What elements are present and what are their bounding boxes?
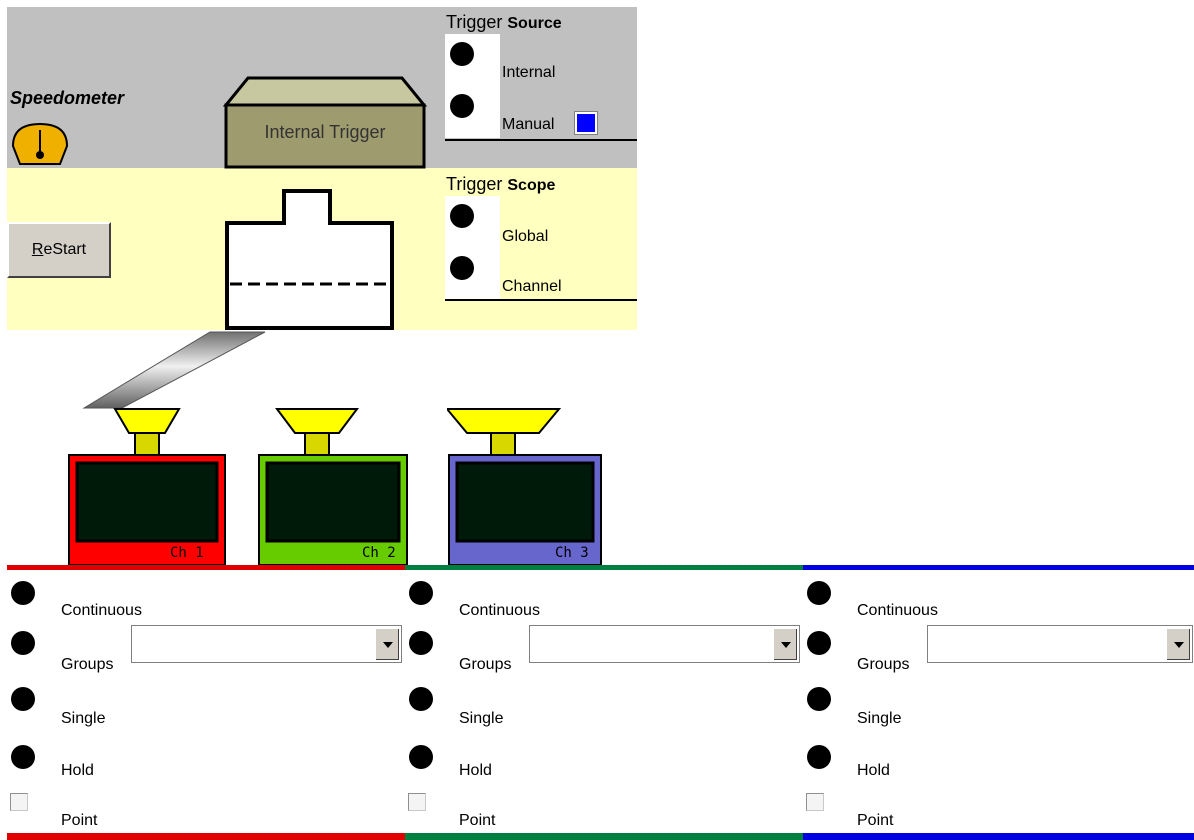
single-radio-icon[interactable] [807, 687, 831, 711]
continuous-label: Continuous [857, 602, 938, 619]
source-option-internal[interactable]: Internal [445, 34, 637, 86]
trigger-source-title-prefix: Trigger [446, 12, 503, 32]
radio-dot-icon[interactable] [450, 42, 474, 66]
hold-radio-icon[interactable] [807, 745, 831, 769]
point-label: Point [857, 812, 894, 829]
scope-option-channel[interactable]: Channel [445, 248, 637, 300]
chevron-down-icon[interactable] [773, 628, 797, 660]
channel-2-bottom-line [405, 833, 803, 840]
continuous-radio-icon[interactable] [807, 581, 831, 605]
radio-dot-icon[interactable] [450, 256, 474, 280]
source-option-manual[interactable]: Manual [445, 86, 637, 138]
groups-select[interactable] [529, 625, 800, 663]
channel-2-top-line [405, 565, 803, 570]
channel-3-display[interactable] [444, 405, 607, 567]
groups-select[interactable] [131, 625, 402, 663]
scope-global-label: Global [502, 228, 549, 245]
groups-label: Groups [857, 656, 910, 673]
trigger-scope-title: Trigger Scope [446, 174, 555, 195]
groups-select[interactable] [927, 625, 1193, 663]
source-internal-label: Internal [502, 64, 556, 81]
source-manual-label: Manual [502, 116, 555, 133]
channel-3-modes: Continuous Groups Single Hold Point [803, 574, 1194, 836]
internal-trigger-label: Internal Trigger [264, 122, 386, 142]
hold-label: Hold [857, 762, 890, 779]
groups-label: Groups [459, 656, 512, 673]
source-divider [445, 139, 637, 141]
point-label: Point [61, 812, 98, 829]
single-radio-icon[interactable] [11, 687, 35, 711]
single-label: Single [857, 710, 902, 727]
hold-radio-icon[interactable] [11, 745, 35, 769]
radio-dot-icon[interactable] [450, 94, 474, 118]
channel-2-display[interactable] [257, 405, 417, 567]
restart-button[interactable]: ReStart [7, 222, 111, 278]
trigger-scope-title-bold: Scope [507, 177, 556, 194]
hold-label: Hold [61, 762, 94, 779]
speedometer-icon[interactable] [10, 118, 70, 168]
channel-1-modes: Continuous Groups Single Hold Point [7, 574, 404, 836]
single-label: Single [459, 710, 504, 727]
channel-2-modes: Continuous Groups Single Hold Point [405, 574, 802, 836]
channel-2-label: Ch 2 [362, 545, 396, 561]
continuous-radio-icon[interactable] [409, 581, 433, 605]
point-label: Point [459, 812, 496, 829]
restart-label: eStart [43, 241, 87, 258]
trigger-source-title: Trigger Source [446, 12, 562, 33]
groups-label: Groups [61, 656, 114, 673]
scope-divider [445, 299, 637, 301]
continuous-radio-icon[interactable] [11, 581, 35, 605]
single-label: Single [61, 710, 106, 727]
manual-trigger-button[interactable] [575, 112, 597, 134]
restart-mnemonic: R [31, 241, 44, 258]
chevron-down-icon[interactable] [1166, 628, 1190, 660]
channel-3-top-line [803, 565, 1194, 570]
scope-option-global[interactable]: Global [445, 196, 637, 248]
scope-channel-label: Channel [502, 278, 562, 295]
trigger-hopper-icon [222, 188, 396, 332]
channel-1-bottom-line [7, 833, 405, 840]
point-checkbox[interactable] [408, 793, 426, 811]
channel-1-display[interactable] [67, 405, 227, 567]
speedometer-label: Speedometer [10, 88, 125, 108]
channel-3-label: Ch 3 [555, 545, 589, 561]
channel-1-label: Ch 1 [170, 545, 204, 561]
hold-label: Hold [459, 762, 492, 779]
channel-3-bottom-line [803, 833, 1194, 840]
continuous-label: Continuous [61, 602, 142, 619]
groups-radio-icon[interactable] [409, 631, 433, 655]
single-radio-icon[interactable] [409, 687, 433, 711]
trigger-scope-title-prefix: Trigger [446, 174, 503, 194]
point-checkbox[interactable] [10, 793, 28, 811]
radio-dot-icon[interactable] [450, 204, 474, 228]
trigger-source-title-bold: Source [507, 15, 562, 32]
feed-pipe-icon [80, 330, 270, 410]
chevron-down-icon[interactable] [375, 628, 399, 660]
groups-radio-icon[interactable] [807, 631, 831, 655]
point-checkbox[interactable] [806, 793, 824, 811]
continuous-label: Continuous [459, 602, 540, 619]
groups-radio-icon[interactable] [11, 631, 35, 655]
channel-1-top-line [7, 565, 405, 570]
hold-radio-icon[interactable] [409, 745, 433, 769]
